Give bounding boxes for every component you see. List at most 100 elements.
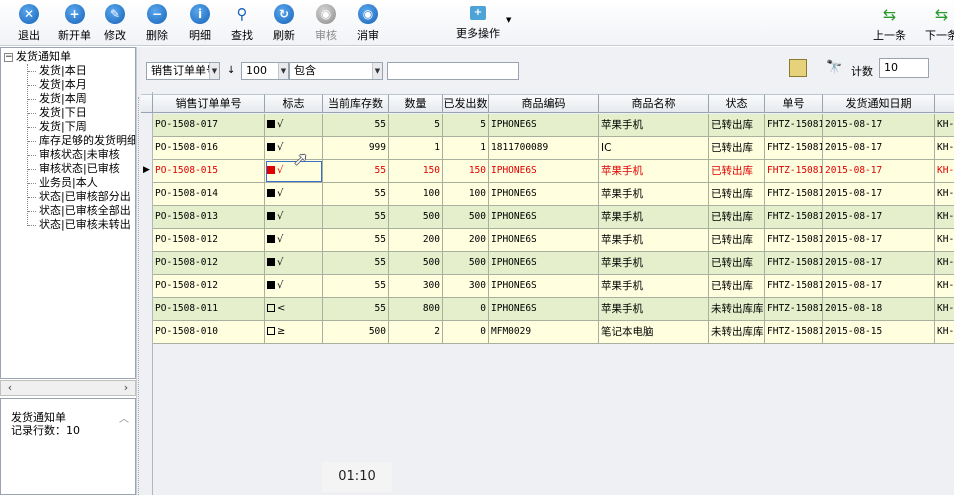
cell-stock[interactable]: 55 — [323, 275, 389, 298]
tree-item[interactable]: 发货|下日 — [39, 106, 87, 120]
cell-qty[interactable]: 200 — [389, 229, 443, 252]
cell-extra[interactable]: KH- — [935, 114, 954, 137]
prev-record-button[interactable]: ⇆ 上一条 — [873, 4, 906, 44]
cell-no[interactable]: FHTZ-15081 — [765, 275, 823, 298]
filter-field-select[interactable]: 销售订单单号 ▼ — [146, 62, 220, 80]
cell-shipped[interactable]: 500 — [443, 206, 489, 229]
cell-stock[interactable]: 55 — [323, 206, 389, 229]
cell-qty[interactable]: 5 — [389, 114, 443, 137]
cell-stock[interactable]: 999 — [323, 137, 389, 160]
cell-status[interactable]: 已转出库 — [709, 252, 765, 275]
cell-stock[interactable]: 55 — [323, 160, 389, 183]
tree-item[interactable]: 发货|本日 — [39, 64, 87, 78]
refresh-button[interactable]: ↻ 刷新 — [273, 4, 295, 44]
next-record-button[interactable]: ⇆ 下一条 — [925, 4, 954, 44]
cell-name[interactable]: IC — [599, 137, 709, 160]
cell-no[interactable]: FHTZ-15081 — [765, 114, 823, 137]
collapse-icon[interactable]: − — [4, 53, 13, 62]
cell-qty[interactable]: 300 — [389, 275, 443, 298]
filter-value-input[interactable] — [387, 62, 519, 80]
col-header-qty[interactable]: 数量 — [389, 94, 443, 113]
table-row[interactable]: PO-1508-012 √ 55 200 200 IPHONE6S 苹果手机 已转出库 FHTZ… — [153, 229, 954, 252]
tree-horizontal-scrollbar[interactable]: ‹ › — [0, 380, 136, 396]
cell-name[interactable]: 笔记本电脑 — [599, 321, 709, 344]
cell-order[interactable]: PO-1508-014 — [153, 183, 265, 206]
unaudit-button[interactable]: ◉ 消审 — [357, 4, 379, 44]
col-header-shipped[interactable]: 已发出数 — [443, 94, 489, 113]
tree-item[interactable]: 发货|本周 — [39, 92, 87, 106]
cell-status[interactable]: 已转出库 — [709, 114, 765, 137]
cell-name[interactable]: 苹果手机 — [599, 252, 709, 275]
cell-extra[interactable]: KH- — [935, 137, 954, 160]
cell-date[interactable]: 2015-08-17 — [823, 275, 935, 298]
tree-item[interactable]: 发货|下周 — [39, 120, 87, 134]
cell-no[interactable]: FHTZ-15081 — [765, 137, 823, 160]
cell-date[interactable]: 2015-08-15 — [823, 321, 935, 344]
cell-name[interactable]: 苹果手机 — [599, 275, 709, 298]
audit-button[interactable]: ◉ 审核 — [315, 4, 337, 44]
flag-cell[interactable]: √ — [265, 206, 323, 229]
tree-item[interactable]: 库存足够的发货明细 — [39, 134, 135, 148]
count-input[interactable]: 10 — [879, 58, 929, 78]
tree-item[interactable]: 状态|已审核未转出 — [39, 218, 131, 232]
cell-date[interactable]: 2015-08-18 — [823, 298, 935, 321]
cell-shipped[interactable]: 100 — [443, 183, 489, 206]
col-header-stock[interactable]: 当前库存数 — [323, 94, 389, 113]
table-row[interactable]: PO-1508-014 √ 55 100 100 IPHONE6S 苹果手机 已转出库 FHTZ… — [153, 183, 954, 206]
delete-button[interactable]: − 删除 — [146, 4, 168, 44]
col-header-product-code[interactable]: 商品编码 — [489, 94, 599, 113]
filter-operator-select[interactable]: 包含 ▼ — [289, 62, 383, 80]
edit-button[interactable]: ✎ 修改 — [104, 4, 126, 44]
tree-item[interactable]: 状态|已审核全部出 — [39, 204, 131, 218]
cell-qty[interactable]: 100 — [389, 183, 443, 206]
cell-name[interactable]: 苹果手机 — [599, 160, 709, 183]
cell-order[interactable]: PO-1508-011 — [153, 298, 265, 321]
flag-cell[interactable]: √ — [265, 252, 323, 275]
export-icon[interactable] — [789, 59, 807, 77]
flag-cell[interactable]: √ — [265, 229, 323, 252]
cell-name[interactable]: 苹果手机 — [599, 298, 709, 321]
cell-name[interactable]: 苹果手机 — [599, 206, 709, 229]
cell-date[interactable]: 2015-08-17 — [823, 114, 935, 137]
flag-cell[interactable]: √ — [265, 183, 323, 206]
cell-shipped[interactable]: 0 — [443, 298, 489, 321]
cell-code[interactable]: IPHONE6S — [489, 252, 599, 275]
cell-shipped[interactable]: 5 — [443, 114, 489, 137]
cell-qty[interactable]: 150 — [389, 160, 443, 183]
cell-order[interactable]: PO-1508-013 — [153, 206, 265, 229]
cell-no[interactable]: FHTZ-15081 — [765, 160, 823, 183]
cell-no[interactable]: FHTZ-15081 — [765, 298, 823, 321]
flag-cell[interactable]: √ — [265, 275, 323, 298]
cell-stock[interactable]: 55 — [323, 114, 389, 137]
cell-order[interactable]: PO-1508-010 — [153, 321, 265, 344]
scroll-left-icon[interactable]: ‹ — [3, 382, 17, 394]
cell-order[interactable]: PO-1508-017 — [153, 114, 265, 137]
sort-direction-icon[interactable]: ↓ — [227, 65, 235, 76]
tree-root[interactable]: 发货通知单 — [16, 50, 71, 64]
cell-status[interactable]: 已转出库 — [709, 137, 765, 160]
cell-shipped[interactable]: 1 — [443, 137, 489, 160]
cell-date[interactable]: 2015-08-17 — [823, 137, 935, 160]
col-header-status[interactable]: 状态 — [709, 94, 765, 113]
row-limit-select[interactable]: 100 ▼ — [241, 62, 289, 80]
cell-date[interactable]: 2015-08-17 — [823, 229, 935, 252]
cell-qty[interactable]: 800 — [389, 298, 443, 321]
tree-item[interactable]: 业务员|本人 — [39, 176, 98, 190]
cell-no[interactable]: FHTZ-15081 — [765, 183, 823, 206]
flag-cell[interactable]: < — [265, 298, 323, 321]
cell-order[interactable]: PO-1508-012 — [153, 229, 265, 252]
cell-code[interactable]: IPHONE6S — [489, 229, 599, 252]
flag-cell[interactable]: ≥ — [265, 321, 323, 344]
table-row[interactable]: PO-1508-012 √ 55 300 300 IPHONE6S 苹果手机 已转出库 FHTZ… — [153, 275, 954, 298]
flag-cell[interactable]: √ — [265, 114, 323, 137]
cell-extra[interactable]: KH- — [935, 206, 954, 229]
find-button[interactable]: ⚲ 查找 — [231, 4, 253, 44]
cell-qty[interactable]: 500 — [389, 206, 443, 229]
cell-status[interactable]: 未转出库库存 — [709, 298, 765, 321]
col-header-notice-date[interactable]: 发货通知日期 — [823, 94, 935, 113]
cell-order[interactable]: PO-1508-016 — [153, 137, 265, 160]
scroll-up-icon[interactable]: ︿ — [119, 413, 129, 426]
cell-date[interactable]: 2015-08-17 — [823, 252, 935, 275]
table-row[interactable]: PO-1508-011 <558000IPHONE6S苹果手机未转出库库存FHTZ… — [153, 298, 954, 321]
cell-status[interactable]: 已转出库 — [709, 183, 765, 206]
